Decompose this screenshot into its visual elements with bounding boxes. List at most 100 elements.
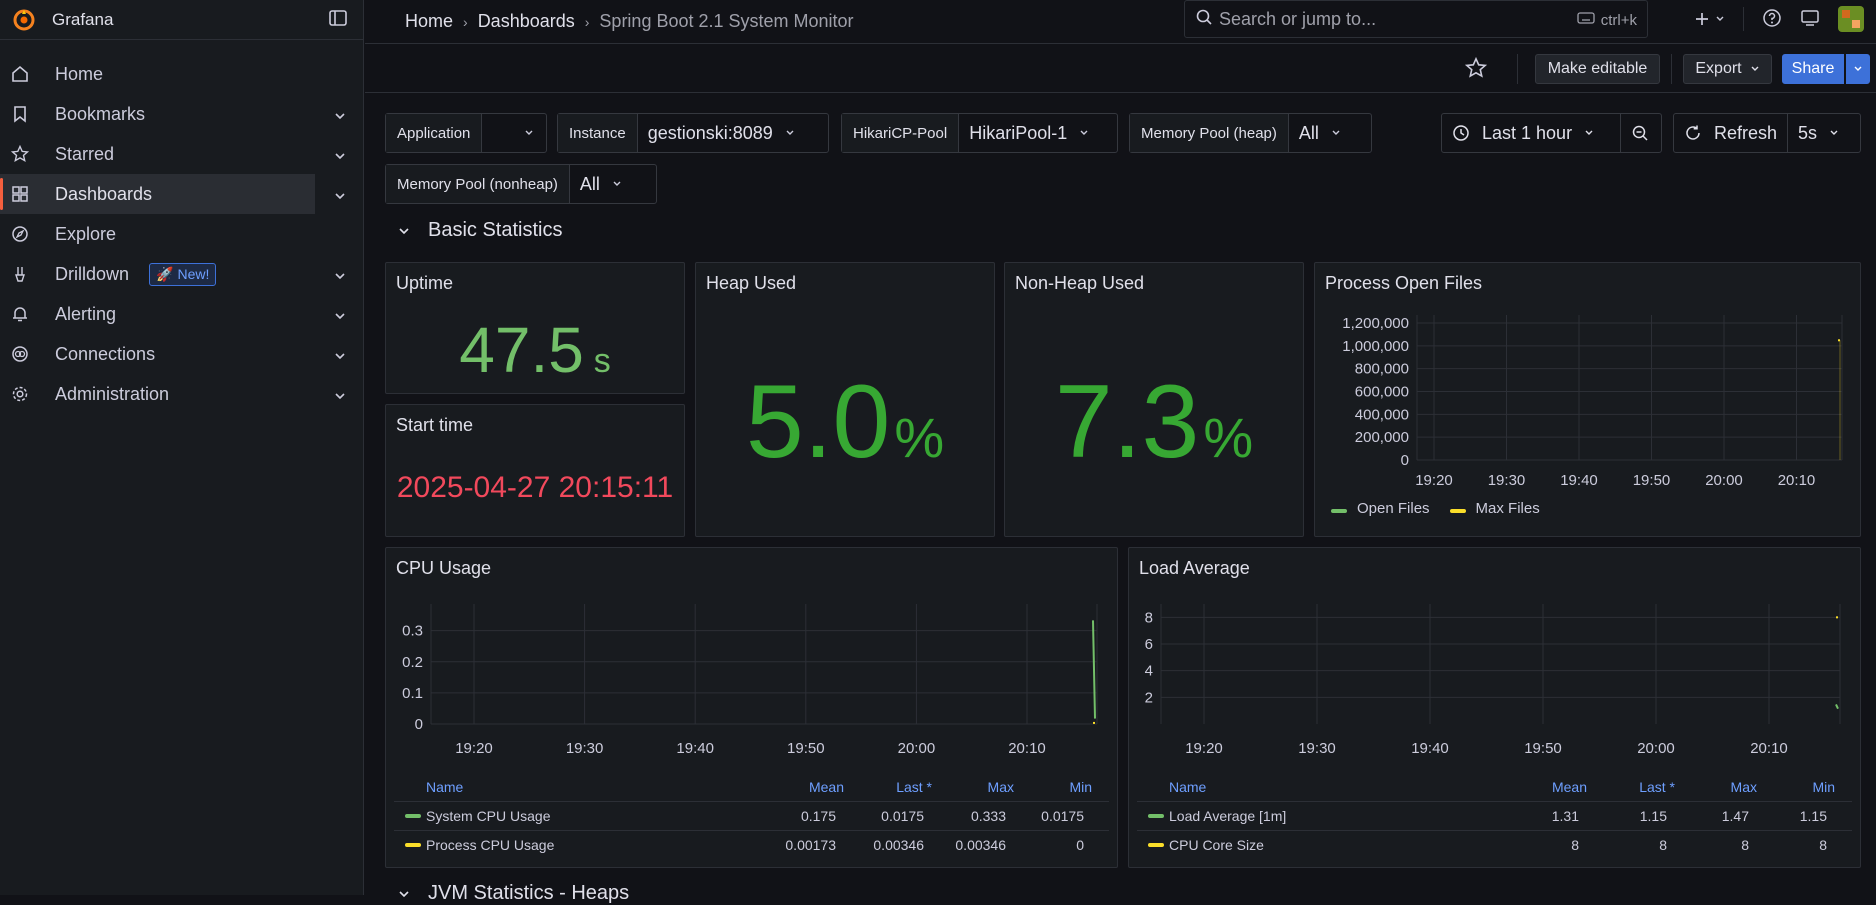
legend-item[interactable]: Open Files bbox=[1331, 500, 1430, 517]
variable-instance[interactable]: Instance gestionski:8089 bbox=[557, 113, 829, 153]
avatar-pixel bbox=[1842, 10, 1850, 18]
sidebar-item-explore[interactable]: Explore bbox=[0, 214, 363, 254]
panel-process-open-files[interactable]: Process Open Files 0 200,000 400,000 600,00… bbox=[1314, 262, 1861, 537]
chevron-down-icon[interactable] bbox=[334, 186, 346, 200]
legend-row[interactable]: Process CPU Usage 0.00173 0.00346 0.00346 0 bbox=[394, 830, 1109, 858]
share-button[interactable]: Share bbox=[1782, 54, 1844, 84]
panel-start-time[interactable]: Start time 2025-04-27 20:15:11 bbox=[385, 404, 685, 537]
legend-swatch bbox=[405, 813, 421, 818]
legend-column-header[interactable]: Max bbox=[988, 779, 1014, 795]
legend-column-header[interactable]: Mean bbox=[1552, 779, 1587, 795]
dock-menu-icon[interactable] bbox=[328, 8, 350, 30]
chevron-down-icon[interactable] bbox=[334, 386, 346, 400]
panel-non-heap-used[interactable]: Non-Heap Used 7.3% bbox=[1004, 262, 1304, 537]
legend-row[interactable]: System CPU Usage 0.175 0.0175 0.333 0.0175 bbox=[394, 801, 1109, 829]
panel-cpu-usage[interactable]: CPU Usage 0 0.1 0.2 0.3 19:20 19:30 19:40 19:50… bbox=[385, 547, 1118, 868]
zoom-out-button[interactable] bbox=[1621, 114, 1659, 152]
search-input[interactable]: Search or jump to... ctrl+k bbox=[1184, 0, 1648, 38]
variable-value[interactable]: HikariPool-1 bbox=[959, 114, 1099, 152]
chevron-down-icon bbox=[1830, 130, 1838, 135]
sidebar-item-bookmarks[interactable]: Bookmarks bbox=[0, 94, 363, 134]
stat-unit: % bbox=[894, 406, 945, 469]
variable-value[interactable]: All bbox=[1289, 114, 1351, 152]
variable-value[interactable]: All bbox=[570, 165, 632, 203]
chevron-down-icon[interactable] bbox=[334, 106, 346, 120]
sidebar-item-starred[interactable]: Starred bbox=[0, 134, 363, 174]
variable-memory-pool-nonheap[interactable]: Memory Pool (nonheap) All bbox=[385, 164, 657, 204]
share-menu-button[interactable] bbox=[1846, 54, 1870, 84]
load-average-chart[interactable]: 2 4 6 8 19:20 19:30 19:40 19:50 20:00 20:10 bbox=[1129, 600, 1862, 775]
breadcrumb-home[interactable]: Home bbox=[405, 11, 453, 32]
variable-memory-pool-heap[interactable]: Memory Pool (heap) All bbox=[1129, 113, 1372, 153]
cpu-usage-chart[interactable]: 0 0.1 0.2 0.3 19:20 19:30 19:40 19:50 20:00 20:10 bbox=[386, 600, 1119, 775]
chevron-down-icon bbox=[1751, 66, 1759, 71]
breadcrumb-dashboards[interactable]: Dashboards bbox=[478, 11, 575, 32]
variable-value[interactable] bbox=[482, 114, 544, 152]
variable-value[interactable]: gestionski:8089 bbox=[638, 114, 805, 152]
legend-column-header[interactable]: Last * bbox=[1639, 779, 1675, 795]
open-files-chart[interactable]: 0 200,000 400,000 600,000 800,000 1,000,000 1,… bbox=[1315, 313, 1862, 503]
legend-row[interactable]: CPU Core Size 8 8 8 8 bbox=[1137, 830, 1852, 858]
sidebar-item-drilldown[interactable]: Drilldown 🚀 New! bbox=[0, 254, 363, 294]
refresh-interval-label: 5s bbox=[1798, 122, 1818, 143]
legend-header: Name Mean Last * Max Min bbox=[386, 773, 1117, 801]
legend-swatch bbox=[1449, 509, 1466, 513]
chevron-down-icon[interactable] bbox=[334, 306, 346, 320]
sidebar-item-alerting[interactable]: Alerting bbox=[0, 294, 363, 334]
grafana-logo-icon[interactable] bbox=[10, 6, 38, 34]
panel-title: Non-Heap Used bbox=[1015, 273, 1145, 293]
shortcut-label: ctrl+k bbox=[1600, 11, 1637, 29]
variable-value-text: All bbox=[1298, 122, 1319, 143]
variable-hikaricp-pool[interactable]: HikariCP-Pool HikariPool-1 bbox=[841, 113, 1118, 153]
legend-item[interactable]: Max Files bbox=[1449, 500, 1540, 517]
chevron-down-icon[interactable] bbox=[334, 346, 346, 360]
sidebar-item-label: Drilldown bbox=[55, 263, 130, 284]
legend-column-header[interactable]: Name bbox=[426, 779, 463, 795]
legend-column-header[interactable]: Min bbox=[1812, 779, 1835, 795]
star-dashboard-icon[interactable] bbox=[1464, 56, 1488, 82]
x-tick-label: 19:20 bbox=[1415, 472, 1453, 489]
sidebar-item-label: Home bbox=[55, 63, 104, 84]
legend-row[interactable]: Load Average [1m] 1.31 1.15 1.47 1.15 bbox=[1137, 801, 1852, 829]
sidebar-item-dashboards[interactable]: Dashboards bbox=[0, 174, 345, 214]
time-range-button[interactable]: Last 1 hour bbox=[1442, 114, 1621, 152]
kiosk-mode-icon[interactable] bbox=[1800, 8, 1820, 31]
row-jvm-statistics-heaps[interactable]: JVM Statistics - Heaps bbox=[398, 882, 629, 905]
help-icon[interactable] bbox=[1762, 8, 1782, 31]
refresh-icon bbox=[1686, 125, 1700, 140]
variable-application[interactable]: Application bbox=[385, 113, 547, 153]
sidebar-item-administration[interactable]: Administration bbox=[0, 374, 363, 414]
row-basic-statistics[interactable]: Basic Statistics bbox=[398, 219, 562, 242]
legend-column-header[interactable]: Mean bbox=[809, 779, 844, 795]
sidebar-item-home[interactable]: Home bbox=[0, 54, 363, 94]
legend-column-header[interactable]: Name bbox=[1169, 779, 1206, 795]
dashboard-toolbar: Make editable Export Share bbox=[365, 45, 1876, 93]
panel-load-average[interactable]: Load Average 2 4 6 8 19:20 19:30 19:40 19:50 20:… bbox=[1128, 547, 1861, 868]
x-tick-label: 19:40 bbox=[1560, 472, 1598, 489]
divider bbox=[1671, 54, 1672, 84]
new-badge: 🚀 New! bbox=[149, 262, 217, 286]
export-button[interactable]: Export bbox=[1683, 54, 1772, 84]
legend-value: 1.15 bbox=[1799, 807, 1827, 824]
panel-heap-used[interactable]: Heap Used 5.0% bbox=[695, 262, 995, 537]
legend-series-name: System CPU Usage bbox=[426, 807, 551, 824]
y-tick-label: 1,200,000 bbox=[1342, 315, 1409, 332]
nav-menu: Home Bookmarks Starred Dashboards Explor… bbox=[0, 40, 363, 414]
chevron-down-icon[interactable] bbox=[334, 266, 346, 280]
chevron-down-icon bbox=[525, 130, 533, 135]
legend-column-header[interactable]: Max bbox=[1731, 779, 1757, 795]
legend-column-header[interactable]: Last * bbox=[896, 779, 932, 795]
time-range-picker[interactable]: Last 1 hour bbox=[1441, 113, 1662, 153]
make-editable-button[interactable]: Make editable bbox=[1535, 54, 1660, 84]
chevron-down-icon[interactable] bbox=[334, 146, 346, 160]
refresh-picker[interactable]: Refresh 5s bbox=[1673, 113, 1861, 153]
refresh-interval-select[interactable]: 5s bbox=[1788, 114, 1849, 152]
avatar[interactable] bbox=[1838, 6, 1864, 32]
refresh-button[interactable]: Refresh bbox=[1674, 114, 1789, 152]
divider bbox=[1517, 54, 1518, 84]
sidebar-item-connections[interactable]: Connections bbox=[0, 334, 363, 374]
panel-uptime[interactable]: Uptime 47.5 s bbox=[385, 262, 685, 394]
legend-column-header[interactable]: Min bbox=[1069, 779, 1092, 795]
add-icon[interactable] bbox=[1693, 10, 1725, 28]
variable-value-text: gestionski:8089 bbox=[647, 122, 773, 143]
